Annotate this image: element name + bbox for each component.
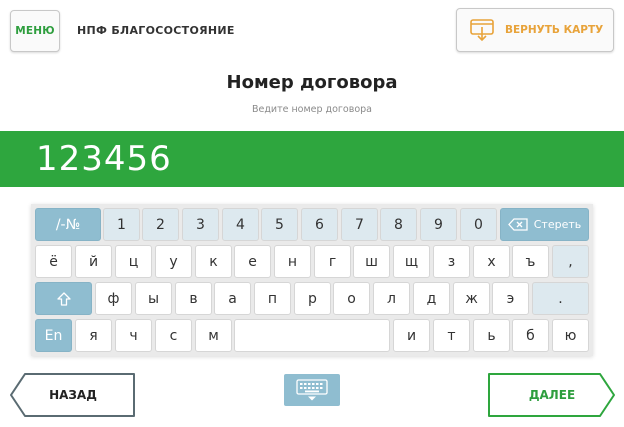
return-card-button[interactable]: ВЕРНУТЬ КАРТУ xyxy=(456,8,614,52)
key-letter[interactable]: я xyxy=(75,319,112,352)
key-digit[interactable]: 8 xyxy=(380,208,417,241)
key-letter[interactable]: е xyxy=(234,245,271,278)
key-letter[interactable]: и xyxy=(393,319,430,352)
key-letter[interactable]: н xyxy=(274,245,311,278)
key-letter[interactable]: с xyxy=(155,319,192,352)
key-letter[interactable]: ч xyxy=(115,319,152,352)
key-erase[interactable]: Стереть xyxy=(500,208,589,241)
return-card-label: ВЕРНУТЬ КАРТУ xyxy=(505,24,604,36)
key-shift[interactable] xyxy=(35,282,92,315)
menu-button-label: МЕНЮ xyxy=(15,25,55,37)
key-letter[interactable]: л xyxy=(373,282,410,315)
key-letter[interactable]: ж xyxy=(453,282,490,315)
next-button-label: ДАЛЕЕ xyxy=(528,388,576,402)
next-button[interactable]: ДАЛЕЕ xyxy=(488,373,616,417)
key-digit[interactable]: 4 xyxy=(222,208,259,241)
key-letter[interactable]: х xyxy=(473,245,510,278)
key-letter[interactable]: о xyxy=(333,282,370,315)
key-erase-label: Стереть xyxy=(533,218,582,231)
key-space[interactable] xyxy=(234,319,390,352)
key-digit[interactable]: 1 xyxy=(103,208,140,241)
key-digit[interactable]: 2 xyxy=(142,208,179,241)
key-letter[interactable]: п xyxy=(254,282,291,315)
key-digit[interactable]: 5 xyxy=(261,208,298,241)
key-letter[interactable]: ё xyxy=(35,245,72,278)
key-letter[interactable]: ю xyxy=(552,319,589,352)
contract-number-input[interactable]: 123456 xyxy=(0,131,624,187)
key-letter[interactable]: ц xyxy=(115,245,152,278)
back-button-label: НАЗАД xyxy=(49,388,97,402)
key-digit[interactable]: 3 xyxy=(182,208,219,241)
shift-arrow-icon xyxy=(56,291,71,306)
contract-number-value: 123456 xyxy=(36,139,172,179)
key-letter[interactable]: г xyxy=(314,245,351,278)
key-period[interactable]: . xyxy=(532,282,589,315)
key-letter[interactable]: д xyxy=(413,282,450,315)
key-letter[interactable]: й xyxy=(75,245,112,278)
page-subtitle: Ведите номер договора xyxy=(251,104,373,115)
key-letter[interactable]: р xyxy=(294,282,331,315)
key-letter[interactable]: ы xyxy=(135,282,172,315)
key-letter[interactable]: у xyxy=(155,245,192,278)
backspace-icon xyxy=(507,218,528,231)
back-button[interactable]: НАЗАД xyxy=(10,373,136,417)
key-digit[interactable]: 9 xyxy=(420,208,457,241)
key-symbols-label: /-№ xyxy=(55,216,81,233)
page-title: Номер договора xyxy=(226,72,398,93)
key-language[interactable]: En xyxy=(35,319,72,352)
key-digit[interactable]: 6 xyxy=(301,208,338,241)
keyboard-icon xyxy=(296,379,328,401)
key-letter[interactable]: ь xyxy=(473,319,510,352)
card-eject-icon xyxy=(470,19,494,42)
key-letter[interactable]: м xyxy=(195,319,232,352)
key-letter[interactable]: ш xyxy=(353,245,390,278)
key-letter[interactable]: к xyxy=(195,245,232,278)
key-letter[interactable]: б xyxy=(512,319,549,352)
key-letter[interactable]: ъ xyxy=(512,245,549,278)
key-letter[interactable]: а xyxy=(214,282,251,315)
key-letter[interactable]: ф xyxy=(95,282,132,315)
organization-name: НПФ БЛАГОСОСТОЯНИЕ xyxy=(77,24,235,37)
key-comma[interactable]: , xyxy=(552,245,589,278)
menu-button[interactable]: МЕНЮ xyxy=(10,10,60,52)
key-letter[interactable]: щ xyxy=(393,245,430,278)
key-digit[interactable]: 0 xyxy=(460,208,497,241)
key-letter[interactable]: в xyxy=(175,282,212,315)
key-digit[interactable]: 7 xyxy=(341,208,378,241)
key-symbols[interactable]: /-№ xyxy=(35,208,101,241)
onscreen-keyboard: /-№ 1 2 3 4 5 6 7 8 9 0 Стереть ё й ц у … xyxy=(31,204,593,356)
keyboard-toggle-button[interactable] xyxy=(284,374,340,406)
key-letter[interactable]: з xyxy=(433,245,470,278)
key-letter[interactable]: т xyxy=(433,319,470,352)
key-letter[interactable]: э xyxy=(492,282,529,315)
